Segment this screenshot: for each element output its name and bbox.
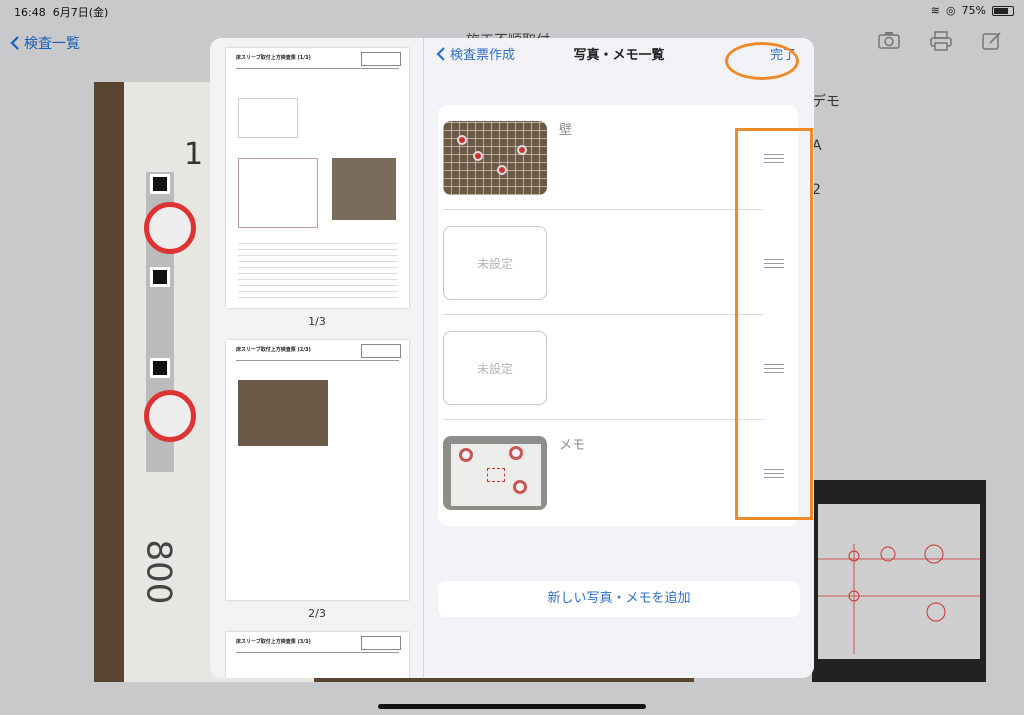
photo-detail [457, 135, 467, 145]
photo-memo-sheet: 床スリーブ取付上方検査票 (1/3) 1/3 床スリーブ取付上方検査票 (2/3… [210, 38, 814, 678]
photo-detail [509, 446, 523, 460]
page-thumbnail-2[interactable]: 床スリーブ取付上方検査票 (2/3) [226, 340, 409, 600]
compose-icon [982, 31, 1002, 56]
row-label: メモ [559, 438, 586, 453]
page-rule [236, 68, 399, 69]
page-rule [236, 360, 399, 361]
home-indicator [378, 704, 646, 709]
ar-marker [150, 267, 170, 287]
page-stamp [361, 636, 401, 650]
background-back-button: 検査一覧 [10, 33, 80, 53]
background-list-item: A [812, 138, 822, 154]
page-rule [236, 652, 399, 653]
page-thumbnail-title: 床スリーブ取付上方検査票 (1/3) [236, 55, 311, 61]
page-photo [332, 158, 396, 220]
page-chart [238, 98, 298, 138]
drawing-plan-image [818, 544, 980, 654]
page-diagram [238, 158, 318, 228]
photo-detail [497, 165, 507, 175]
page-thumbnail-3[interactable]: 床スリーブ取付上方検査票 (3/3) [226, 632, 409, 678]
cage-photo [443, 121, 547, 195]
page-label-2: 2/3 [308, 607, 326, 620]
battery-percent: 75% [961, 4, 986, 17]
background-number-800: 800 [138, 539, 179, 605]
photo-detail [487, 468, 505, 482]
battery-icon [992, 5, 1014, 16]
page-stamp [361, 52, 401, 66]
page-stamp [361, 344, 401, 358]
row-photo[interactable] [443, 121, 547, 195]
background-toolbar [878, 31, 1002, 56]
background-number-one: 1 [184, 137, 204, 172]
page-thumbnails[interactable]: 床スリーブ取付上方検査票 (1/3) 1/3 床スリーブ取付上方検査票 (2/3… [210, 38, 424, 678]
row-label: 壁 [559, 123, 573, 138]
ar-marker [150, 174, 170, 194]
chevron-left-icon [10, 36, 19, 50]
row-photo-placeholder[interactable]: 未設定 [443, 226, 547, 300]
photo-detail [473, 151, 483, 161]
ar-marker [150, 358, 170, 378]
add-photo-memo-button[interactable]: 新しい写真・メモを追加 [438, 581, 800, 617]
page-photo [238, 380, 328, 446]
nav-bar: 検査票作成 写真・メモ一覧 完了 [424, 38, 814, 80]
page-thumbnail-1[interactable]: 床スリーブ取付上方検査票 (1/3) [226, 48, 409, 308]
status-right: ≋ ◎ 75% [931, 4, 1014, 17]
row-photo[interactable] [443, 436, 547, 510]
photo-detail [459, 448, 473, 462]
sleeve-ring [144, 202, 196, 254]
status-time: 16:48 6月7日(金) [14, 6, 109, 19]
camera-icon [878, 31, 900, 56]
page-thumbnail-title: 床スリーブ取付上方検査票 (2/3) [236, 347, 311, 353]
page-label-1: 1/3 [308, 315, 326, 328]
background-list-item: デモ [812, 94, 840, 110]
background-list-item: 2 [812, 182, 821, 198]
background-list: デモ A 2 [812, 92, 840, 224]
photo-detail [513, 480, 527, 494]
sleeve-ring [144, 390, 196, 442]
reorder-highlight-annotation [735, 128, 813, 520]
done-button[interactable]: 完了 [725, 42, 799, 80]
done-highlight-annotation [725, 42, 799, 80]
row-photo-placeholder[interactable]: 未設定 [443, 331, 547, 405]
photo-detail [517, 145, 527, 155]
background-drawing-sheet [818, 504, 980, 659]
background-drawing [812, 480, 986, 682]
detail-pane: 検査票作成 写真・メモ一覧 完了 壁 未設定 未設定 メモ 新しい写真・メモを追… [424, 38, 814, 678]
board-photo [443, 436, 547, 510]
page-table [238, 243, 398, 298]
page-thumbnail-title: 床スリーブ取付上方検査票 (3/3) [236, 639, 311, 645]
orientation-lock-icon: ◎ [945, 4, 956, 17]
status-bar: 16:48 6月7日(金) ≋ ◎ 75% [0, 0, 1024, 22]
printer-icon [930, 31, 952, 56]
wifi-icon: ≋ [930, 4, 940, 17]
